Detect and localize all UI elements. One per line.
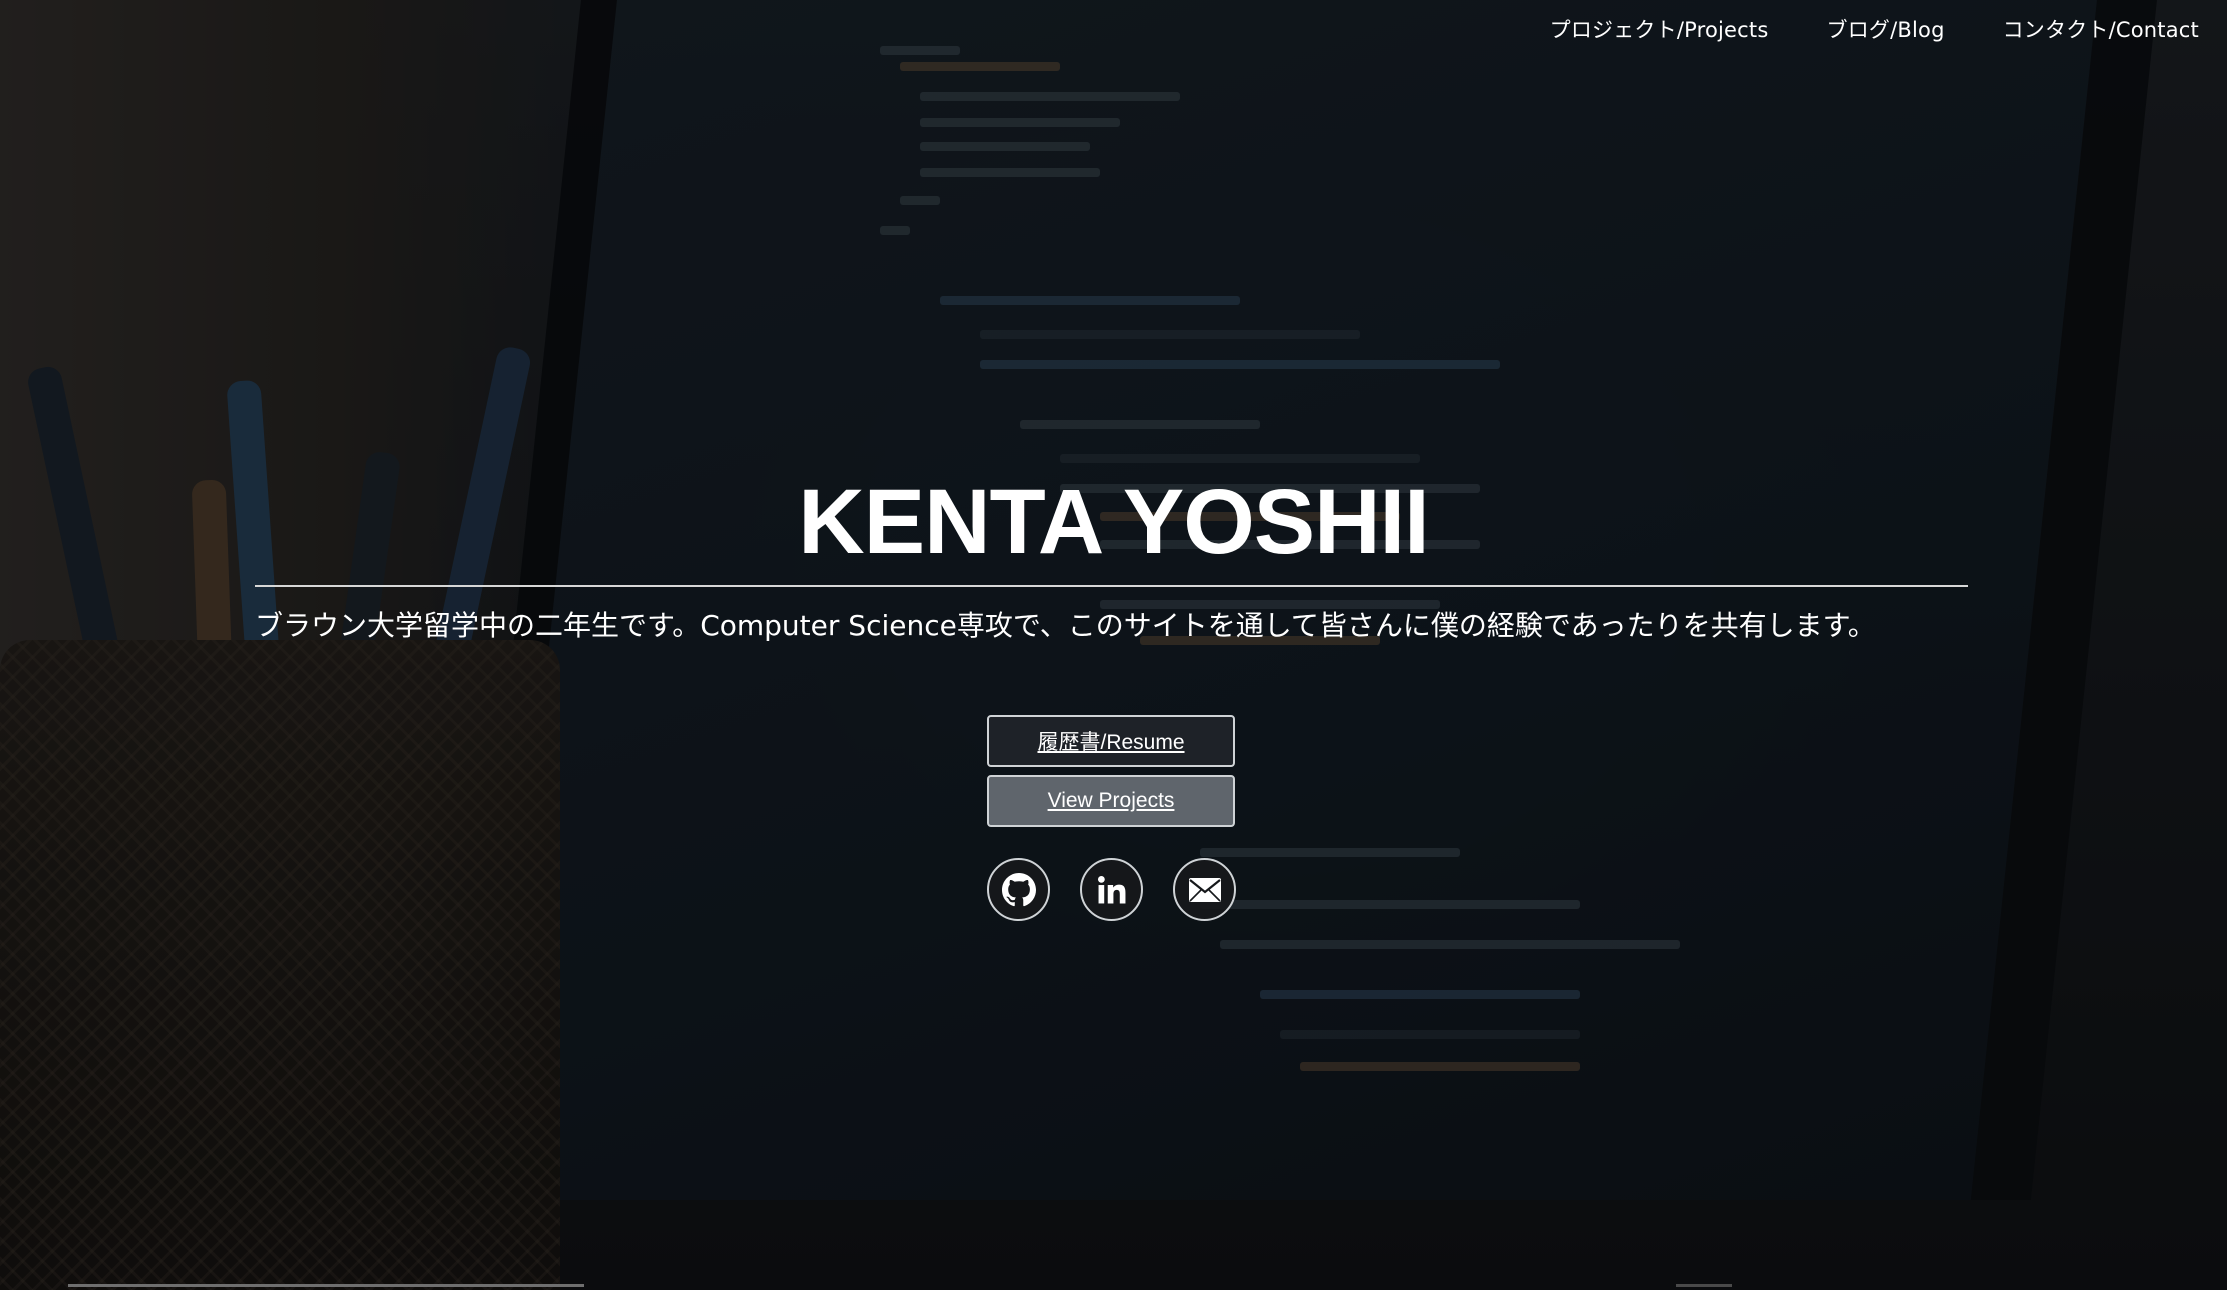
hero-content: KENTA YOSHII ブラウン大学留学中の二年生です。Computer Sc…	[0, 0, 2227, 1290]
nav-link-contact[interactable]: コンタクト/Contact	[2003, 14, 2199, 44]
view-projects-button[interactable]: View Projects	[987, 775, 1235, 827]
title-divider	[255, 585, 1968, 587]
hero-tagline: ブラウン大学留学中の二年生です。Computer Science専攻で、このサイ…	[255, 609, 1876, 642]
hero-title: KENTA YOSHII	[798, 471, 1429, 573]
nav-link-blog[interactable]: ブログ/Blog	[1827, 14, 1945, 44]
nav-link-projects[interactable]: プロジェクト/Projects	[1550, 14, 1769, 44]
mail-icon	[1188, 877, 1222, 903]
top-nav: プロジェクト/Projects ブログ/Blog コンタクト/Contact	[1550, 14, 2199, 44]
hero-section: プロジェクト/Projects ブログ/Blog コンタクト/Contact K…	[0, 0, 2227, 1290]
social-links	[987, 858, 1236, 921]
email-link[interactable]	[1173, 858, 1236, 921]
linkedin-link[interactable]	[1080, 858, 1143, 921]
github-link[interactable]	[987, 858, 1050, 921]
linkedin-icon	[1095, 873, 1129, 907]
resume-button[interactable]: 履歴書/Resume	[987, 715, 1235, 767]
github-icon	[1001, 872, 1036, 907]
